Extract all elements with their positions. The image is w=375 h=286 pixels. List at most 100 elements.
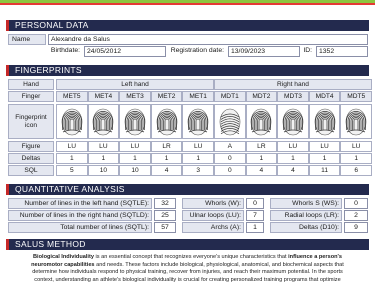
fingerprint-icon bbox=[245, 104, 278, 139]
figure-row-label: Figure bbox=[8, 141, 54, 152]
section-header-fingerprints: FINGERPRINTS bbox=[6, 65, 369, 76]
figure-value: LU bbox=[340, 141, 372, 152]
section-header-quantitative: QUANTITATIVE ANALYSIS bbox=[6, 184, 369, 195]
birthdate-field[interactable]: 24/05/2012 bbox=[84, 46, 166, 57]
finger-code: MDT2 bbox=[245, 91, 278, 102]
salus-paragraph: Biological Individuality is an essential… bbox=[14, 254, 361, 284]
bold-term: influence a person's bbox=[288, 254, 342, 260]
finger-code: MET2 bbox=[150, 91, 183, 102]
right-hand-header: Right hand bbox=[214, 79, 372, 90]
deltas-value: 1 bbox=[340, 153, 372, 164]
left-metric-value: 25 bbox=[154, 210, 176, 221]
sql-value: 11 bbox=[308, 165, 341, 176]
figure-value: LU bbox=[182, 141, 214, 152]
name-field[interactable]: Alexandre da Salus bbox=[48, 34, 368, 45]
salus-line-4: context, understanding an athlete's biol… bbox=[34, 276, 341, 283]
left-metric-value: 57 bbox=[154, 222, 176, 233]
figure-value: LU bbox=[87, 141, 120, 152]
sql-value: 4 bbox=[150, 165, 183, 176]
right-metric-label: Deltas (D10): bbox=[270, 222, 342, 233]
finger-code: MET4 bbox=[87, 91, 120, 102]
bold-term: neuromotor capabilities bbox=[31, 261, 95, 268]
sql-value: 10 bbox=[87, 165, 120, 176]
right-metric-value: 0 bbox=[344, 198, 368, 209]
fingerprint-icon bbox=[56, 104, 88, 139]
middle-metric-value: 7 bbox=[246, 210, 264, 221]
text-run: is an essential concept that recognizes … bbox=[93, 254, 289, 260]
finger-row-label: Finger bbox=[8, 91, 54, 102]
fingerprint-icon bbox=[150, 104, 183, 139]
finger-code: MDT5 bbox=[340, 91, 372, 102]
registration-date-field[interactable]: 13/09/2023 bbox=[228, 46, 300, 57]
section-title: PERSONAL DATA bbox=[15, 20, 89, 30]
figure-value: LR bbox=[150, 141, 183, 152]
finger-code: MDT1 bbox=[214, 91, 246, 102]
section-header-personal: PERSONAL DATA bbox=[6, 20, 369, 31]
id-label: ID: bbox=[300, 46, 314, 57]
registration-date-label: Registration date: bbox=[168, 46, 226, 57]
left-hand-header: Left hand bbox=[56, 79, 214, 90]
sql-value: 3 bbox=[182, 165, 214, 176]
birthdate-label: Birthdate: bbox=[8, 46, 82, 57]
bold-term: Biological Individuality bbox=[33, 254, 94, 260]
salus-line-1: Biological Individuality is an essential… bbox=[14, 254, 361, 262]
deltas-value: 0 bbox=[214, 153, 246, 164]
fingerprint-icon bbox=[87, 104, 120, 139]
figure-value: LU bbox=[277, 141, 309, 152]
right-metric-label: Radial loops (LR): bbox=[270, 210, 342, 221]
text-run: and needs. These factors include biologi… bbox=[94, 261, 344, 268]
fingerprint-icon bbox=[308, 104, 341, 139]
sql-value: 5 bbox=[56, 165, 88, 176]
section-header-salus: SALUS METHOD bbox=[6, 239, 369, 250]
finger-code: MET3 bbox=[119, 91, 151, 102]
deltas-value: 1 bbox=[56, 153, 88, 164]
figure-value: LR bbox=[245, 141, 278, 152]
section-title: SALUS METHOD bbox=[15, 239, 86, 249]
fingerprint-icon bbox=[340, 104, 372, 139]
finger-code: MET1 bbox=[182, 91, 214, 102]
fingerprint-icon bbox=[182, 104, 214, 139]
left-metric-label: Number of lines in the left hand (SQTLE)… bbox=[8, 198, 152, 209]
sql-value: 6 bbox=[340, 165, 372, 176]
figure-value: LU bbox=[56, 141, 88, 152]
deltas-row-label: Deltas bbox=[8, 153, 54, 164]
section-title: QUANTITATIVE ANALYSIS bbox=[15, 184, 125, 194]
middle-metric-value: 0 bbox=[246, 198, 264, 209]
fingerprint-icon bbox=[119, 104, 151, 139]
finger-code: MDT3 bbox=[277, 91, 309, 102]
sql-row-label: SQL bbox=[8, 165, 54, 176]
figure-value: LU bbox=[308, 141, 341, 152]
sql-value: 0 bbox=[214, 165, 246, 176]
middle-metric-label: Archs (A): bbox=[182, 222, 244, 233]
salus-line-3: determine how individuals respond to phy… bbox=[32, 269, 343, 276]
finger-code: MET5 bbox=[56, 91, 88, 102]
id-field[interactable]: 1352 bbox=[316, 46, 368, 57]
sql-value: 4 bbox=[245, 165, 278, 176]
left-metric-value: 32 bbox=[154, 198, 176, 209]
deltas-value: 1 bbox=[119, 153, 151, 164]
right-metric-value: 9 bbox=[344, 222, 368, 233]
deltas-value: 1 bbox=[245, 153, 278, 164]
name-label: Name bbox=[8, 34, 46, 45]
left-metric-label: Total number of lines (SQTL): bbox=[8, 222, 152, 233]
deltas-value: 1 bbox=[277, 153, 309, 164]
middle-metric-label: Whorls (W): bbox=[182, 198, 244, 209]
top-red-strip bbox=[0, 3, 375, 5]
middle-metric-label: Ulnar loops (LU): bbox=[182, 210, 244, 221]
middle-metric-value: 1 bbox=[246, 222, 264, 233]
figure-value: LU bbox=[119, 141, 151, 152]
deltas-value: 1 bbox=[150, 153, 183, 164]
deltas-value: 1 bbox=[87, 153, 120, 164]
sql-value: 10 bbox=[119, 165, 151, 176]
figure-value: A bbox=[214, 141, 246, 152]
salus-line-2: neuromotor capabilities and needs. These… bbox=[14, 262, 361, 270]
deltas-value: 1 bbox=[182, 153, 214, 164]
icon-row-label: Fingerprint icon bbox=[8, 104, 54, 139]
section-title: FINGERPRINTS bbox=[15, 65, 82, 75]
sql-value: 4 bbox=[277, 165, 309, 176]
right-metric-label: Whorls S (WS): bbox=[270, 198, 342, 209]
deltas-value: 1 bbox=[308, 153, 341, 164]
fingerprint-icon bbox=[277, 104, 309, 139]
hand-row-label: Hand bbox=[8, 79, 54, 90]
finger-code: MDT4 bbox=[308, 91, 341, 102]
